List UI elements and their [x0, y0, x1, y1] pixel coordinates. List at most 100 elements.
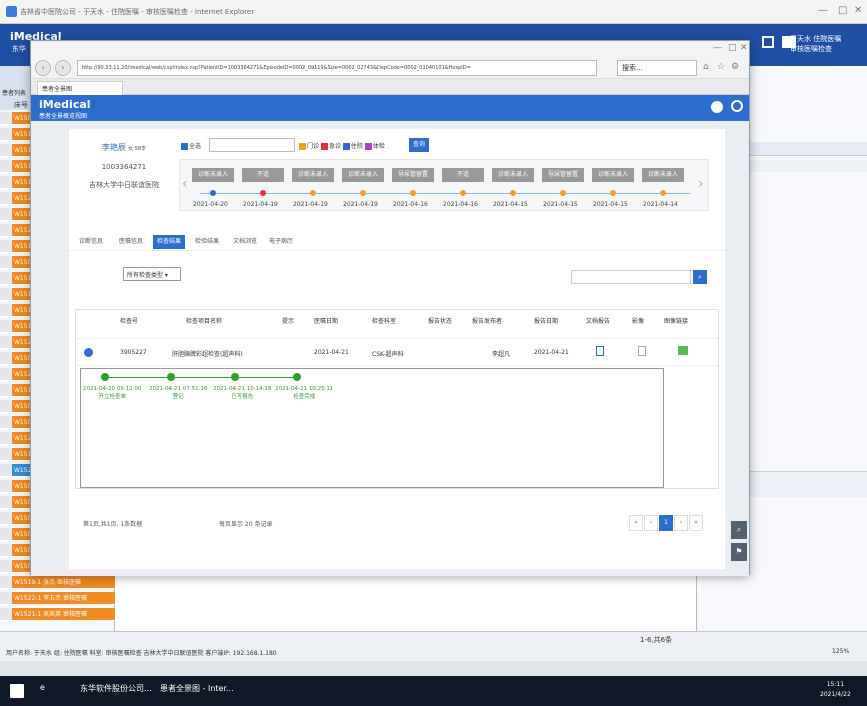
tab-0[interactable]: 诊断信息 — [75, 235, 107, 249]
flow-connector — [109, 377, 167, 378]
visit-type-filters: 全选 — [181, 141, 201, 150]
column-header[interactable]: 医嘱日期 — [314, 316, 338, 325]
timeline-dot[interactable] — [210, 190, 216, 196]
tab-5[interactable]: 电子病历 — [265, 235, 297, 249]
user-area[interactable]: 于天水 住院医嘱 审核医嘱检查 — [790, 34, 841, 54]
maximize-icon[interactable]: □ — [838, 5, 847, 16]
popup-maximize-icon[interactable]: □ — [728, 43, 737, 53]
prev-page-icon[interactable]: ‹ — [644, 515, 658, 531]
column-header[interactable]: 报告状态 — [428, 316, 452, 325]
timeline-next-icon[interactable]: › — [698, 176, 704, 192]
column-header[interactable]: 提示 — [282, 316, 294, 325]
expand-row-icon[interactable] — [84, 348, 93, 357]
timeline-date: 2021-04-15 — [493, 201, 528, 208]
timeline-badge[interactable]: 诊断未录入 — [492, 168, 534, 182]
timeline-dot[interactable] — [460, 190, 466, 196]
row-number-cell — [0, 576, 12, 589]
timeline-badge[interactable]: 诊断未录入 — [192, 168, 234, 182]
favorites-icon[interactable]: ☆ — [717, 62, 725, 72]
page-1-button[interactable]: 1 — [659, 515, 673, 531]
timeline-badge[interactable]: 不适 — [442, 168, 484, 182]
timeline-prev-icon[interactable]: ‹ — [182, 176, 188, 192]
timeline-badge[interactable]: 不适 — [242, 168, 284, 182]
zoom-level[interactable]: 125% — [832, 648, 849, 655]
home-icon[interactable]: ⌂ — [703, 62, 709, 72]
settings-icon[interactable]: ⚙ — [731, 62, 739, 72]
next-page-icon[interactable]: › — [674, 515, 688, 531]
timeline-badge[interactable]: 诊断未录入 — [342, 168, 384, 182]
tab-1[interactable]: 医嘱信息 — [115, 235, 147, 249]
tab-2[interactable]: 检查结果 — [153, 235, 186, 249]
timeline-dot[interactable] — [410, 190, 416, 196]
timeline-dot[interactable] — [610, 190, 616, 196]
forward-icon[interactable]: › — [55, 60, 71, 76]
close-icon[interactable]: ✕ — [854, 5, 862, 16]
minimize-icon[interactable]: — — [818, 5, 828, 16]
taskbar-item-2[interactable]: 患者全景图 - Inter... — [160, 683, 234, 694]
first-page-icon[interactable]: « — [629, 515, 643, 531]
taskbar-clock: 15:11 2021/4/22 — [820, 680, 851, 700]
patient-list-title: 患者列表 — [2, 90, 27, 97]
filter-all[interactable]: 全选 — [181, 143, 201, 150]
list-item[interactable]: W1521-1 吴凤英 审核医嘱 — [12, 608, 115, 621]
column-header[interactable]: 影像 — [632, 316, 644, 325]
popup-minimize-icon[interactable]: — — [713, 43, 722, 53]
browser-search-input[interactable]: 搜索... — [617, 60, 697, 76]
column-header[interactable]: 文档报告 — [586, 316, 610, 325]
column-header[interactable]: 检查项目名称 — [186, 316, 222, 325]
filter-emergency[interactable]: 急诊 — [320, 143, 341, 150]
gear-icon[interactable] — [711, 101, 723, 113]
column-header[interactable]: 检查号 — [120, 316, 138, 325]
side-search-icon[interactable]: ⌕ — [731, 521, 747, 539]
exam-type-select[interactable]: 所有检查类型 ▾ — [123, 267, 181, 281]
filter-date-input[interactable] — [209, 138, 295, 152]
last-page-icon[interactable]: » — [689, 515, 703, 531]
detail-tabs: 诊断信息 医嘱信息 检查结果 检验结果 文档浏览 电子病历 — [69, 231, 725, 251]
ie-taskbar-icon[interactable]: e — [40, 683, 45, 692]
timeline-badge[interactable]: 诊断未录入 — [642, 168, 684, 182]
query-button[interactable]: 查询 — [409, 138, 429, 152]
timeline-badge[interactable]: 导尿管留置 — [392, 168, 434, 182]
back-icon[interactable]: ‹ — [35, 60, 51, 76]
side-tool-icon[interactable]: ⚑ — [731, 543, 747, 561]
timeline-dot[interactable] — [660, 190, 666, 196]
timeline-date: 2021-04-19 — [293, 201, 328, 208]
timeline-badge[interactable]: 诊断未录入 — [592, 168, 634, 182]
document-report-icon[interactable] — [596, 346, 604, 356]
column-header[interactable]: 报告发布者 — [472, 316, 502, 325]
browser-tab[interactable]: 患者全景图 — [37, 81, 123, 95]
timeline-badge[interactable]: 诊断未录入 — [292, 168, 334, 182]
timeline-dot[interactable] — [260, 190, 266, 196]
filter-inpatient[interactable]: 住院 — [342, 143, 363, 150]
popup-close-icon[interactable]: ✕ — [740, 43, 748, 53]
patient-info: 李艳辰 女 58岁 1003364271 吉林大学中日联谊医院 — [83, 141, 165, 192]
tab-4[interactable]: 文档浏览 — [229, 235, 261, 249]
row-number-cell — [0, 464, 12, 477]
card-search-button[interactable]: ⌕ — [693, 270, 707, 284]
windows-taskbar: e 东华软件股份公司... 患者全景图 - Inter... 15:11 2021… — [0, 676, 867, 706]
search-icon[interactable] — [731, 100, 743, 112]
timeline-dot[interactable] — [310, 190, 316, 196]
filter-outpatient[interactable]: 门诊 — [299, 143, 319, 150]
card-search-input[interactable] — [571, 270, 691, 284]
filter-physical[interactable]: 体检 — [364, 143, 385, 150]
tab-3[interactable]: 检验结果 — [191, 235, 223, 249]
timeline-badge[interactable]: 导尿管留置 — [542, 168, 584, 182]
timeline-dot[interactable] — [360, 190, 366, 196]
image-link-icon[interactable] — [678, 346, 688, 355]
column-header[interactable]: 报告日期 — [534, 316, 558, 325]
column-header[interactable]: 图像链接 — [664, 316, 688, 325]
list-item[interactable]: W1519-1 张杰 审核医嘱 — [12, 576, 115, 589]
list-item[interactable]: W1522-1 李五杰 审核医嘱 — [12, 592, 115, 605]
address-bar[interactable]: http://90.33.11.20/imedical/web/csp/inde… — [77, 60, 597, 76]
pager-page-size[interactable]: 每页显示 20 条记录 — [219, 519, 272, 528]
column-header[interactable]: 检查科室 — [372, 316, 396, 325]
windows-start-icon[interactable] — [10, 684, 24, 698]
timeline-dot[interactable] — [560, 190, 566, 196]
row-number-cell — [0, 272, 12, 285]
image-icon[interactable] — [638, 346, 646, 356]
timeline-dot[interactable] — [510, 190, 516, 196]
taskbar-item-1[interactable]: 东华软件股份公司... — [80, 683, 152, 694]
grid-menu-icon[interactable] — [762, 36, 774, 48]
row-number-cell — [0, 560, 12, 573]
